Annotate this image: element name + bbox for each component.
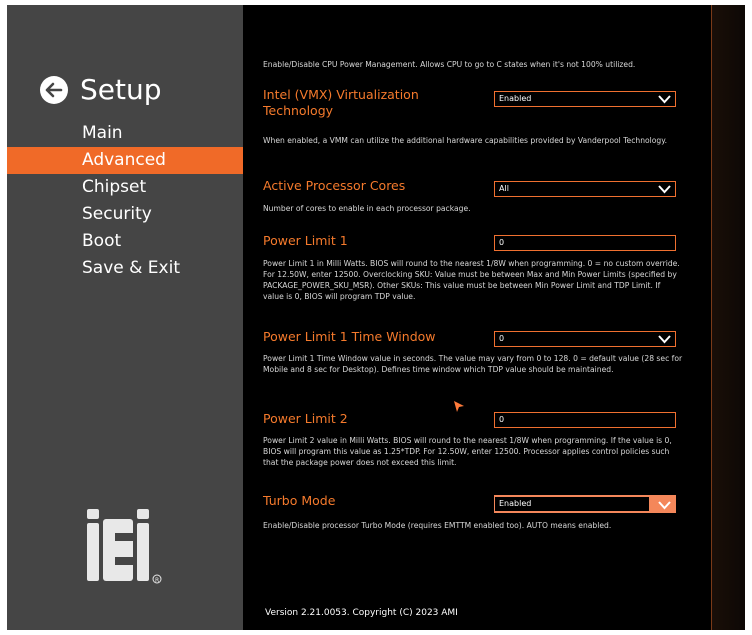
svg-text:R: R [155,577,159,584]
setting-label-cores: Active Processor Cores [263,178,406,193]
bios-window: Setup Main Advanced Chipset Security Boo… [7,5,745,630]
menu-item-boot[interactable]: Boot [7,228,243,255]
pl1-value: 0 [499,238,505,247]
chevron-down-icon [658,335,671,344]
cores-value: All [499,184,509,193]
back-button[interactable]: Setup [40,76,162,104]
menu-item-advanced[interactable]: Advanced [7,147,243,174]
pl1-window-help: Power Limit 1 Time Window value in secon… [263,354,683,374]
right-margin-panel [711,5,745,630]
setting-label-pl1-window: Power Limit 1 Time Window [263,329,436,344]
setting-label-turbo: Turbo Mode [263,493,336,508]
pl1-window-value: 0 [499,334,505,343]
mouse-cursor-icon [454,401,464,412]
top-help-text: Enable/Disable CPU Power Management. All… [263,60,636,69]
pl1-help: Power Limit 1 in Milli Watts. BIOS will … [263,259,680,301]
right-divider [711,5,712,630]
vmx-dropdown[interactable]: Enabled [494,91,676,107]
setting-label-pl1: Power Limit 1 [263,233,348,248]
menu-item-security[interactable]: Security [7,201,243,228]
chevron-down-icon [658,185,671,194]
settings-panel: Enable/Disable CPU Power Management. All… [243,5,711,630]
setup-title: Setup [80,73,162,106]
chevron-down-icon [658,95,671,104]
back-arrow-icon[interactable] [40,76,68,104]
turbo-value: Enabled [495,497,649,511]
sidebar: Setup Main Advanced Chipset Security Boo… [7,5,243,630]
chevron-down-icon [658,501,671,510]
setting-label-pl2: Power Limit 2 [263,411,348,426]
vmx-value: Enabled [499,94,532,103]
setting-label-vmx: Intel (VMX) Virtualization Technology [263,87,419,118]
pl2-input[interactable]: 0 [494,412,676,428]
menu-item-chipset[interactable]: Chipset [7,174,243,201]
main-menu: Main Advanced Chipset Security Boot Save… [7,120,243,282]
version-text: Version 2.21.0053. Copyright (C) 2023 AM… [265,608,458,618]
pl1-input[interactable]: 0 [494,235,676,251]
cores-dropdown[interactable]: All [494,181,676,197]
scroll-fade [243,5,711,57]
menu-item-save-exit[interactable]: Save & Exit [7,255,243,282]
turbo-help: Enable/Disable processor Turbo Mode (req… [263,521,612,530]
turbo-dropdown[interactable]: Enabled [494,495,676,513]
menu-item-main[interactable]: Main [7,120,243,147]
cores-help: Number of cores to enable in each proces… [263,204,471,213]
pl2-value: 0 [499,415,505,424]
pl2-help: Power Limit 2 value in Milli Watts. BIOS… [263,436,672,467]
iei-logo: R [85,507,171,591]
pl1-window-dropdown[interactable]: 0 [494,331,676,347]
vmx-help: When enabled, a VMM can utilize the addi… [263,136,668,145]
